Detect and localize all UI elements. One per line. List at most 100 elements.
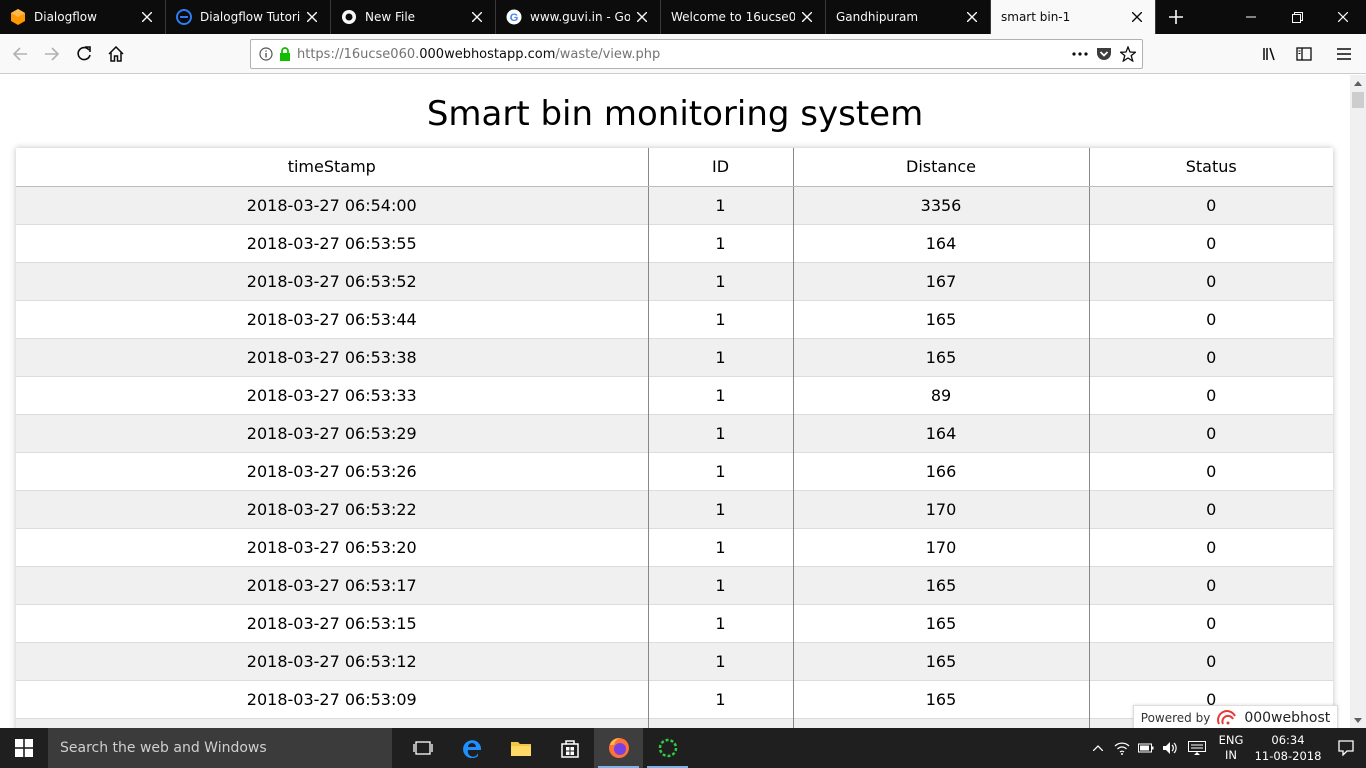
hamburger-menu-icon xyxy=(1337,48,1351,60)
scroll-down-arrow-icon[interactable] xyxy=(1350,712,1366,728)
edge-icon xyxy=(462,740,481,758)
back-button[interactable] xyxy=(4,38,36,70)
vertical-scrollbar[interactable] xyxy=(1350,75,1366,728)
cell-status: 0 xyxy=(1088,642,1333,680)
clock-time: 06:34 xyxy=(1271,733,1305,747)
forward-button[interactable] xyxy=(36,38,68,70)
cell-id: 1 xyxy=(647,376,793,414)
task-view-button[interactable] xyxy=(398,728,447,768)
file-explorer-button[interactable] xyxy=(496,728,545,768)
tab-title: Gandhipuram xyxy=(836,10,919,24)
close-icon[interactable] xyxy=(135,5,159,29)
scroll-up-arrow-icon[interactable] xyxy=(1350,75,1366,91)
table-row: 2018-03-27 06:53:15 1 165 0 xyxy=(16,604,1333,642)
close-icon[interactable] xyxy=(960,5,984,29)
action-center-button[interactable] xyxy=(1326,728,1366,768)
column-header-id: ID xyxy=(647,148,793,187)
edge-taskbar-button[interactable] xyxy=(447,728,496,768)
address-bar[interactable]: https://16ucse060.000webhostapp.com/wast… xyxy=(250,39,1143,69)
tab-guvi[interactable]: G www.guvi.in - Goog xyxy=(496,0,661,34)
page-title: Smart bin monitoring system xyxy=(426,94,924,134)
cell-status: 0 xyxy=(1088,224,1333,262)
tab-title: Welcome to 16ucse060. xyxy=(671,10,795,24)
tab-smart-bin[interactable]: smart bin-1 xyxy=(991,0,1156,34)
firefox-icon xyxy=(608,737,629,758)
store-button[interactable] xyxy=(545,728,594,768)
library-button[interactable] xyxy=(1254,38,1286,70)
tab-title: Dialogflow Tutorial xyxy=(200,10,300,24)
cell-distance: 165 xyxy=(792,300,1089,338)
cell-timestamp: 2018-03-27 06:53:09 xyxy=(246,689,417,709)
home-button[interactable] xyxy=(100,38,132,70)
dialogflow-icon xyxy=(10,9,26,25)
close-icon[interactable] xyxy=(795,5,819,29)
minimize-button[interactable] xyxy=(1228,0,1274,34)
info-icon[interactable] xyxy=(259,47,273,61)
restore-button[interactable] xyxy=(1274,0,1320,34)
tab-title: Dialogflow xyxy=(34,10,97,24)
page-actions-icon[interactable] xyxy=(1072,52,1088,56)
tab-new-file[interactable]: New File xyxy=(331,0,496,34)
start-button[interactable] xyxy=(0,728,48,768)
close-icon[interactable] xyxy=(1125,5,1149,29)
close-icon[interactable] xyxy=(300,5,324,29)
firefox-taskbar-button[interactable] xyxy=(594,728,643,768)
windows-taskbar: Search the web and Windows ENG IN 06:34 … xyxy=(0,728,1366,768)
plus-icon xyxy=(1169,10,1183,24)
tab-dialogflow-tutorial[interactable]: Dialogflow Tutorial xyxy=(166,0,331,34)
menu-button[interactable] xyxy=(1328,38,1360,70)
cell-timestamp: 2018-03-27 06:53:15 xyxy=(246,613,417,633)
new-tab-button[interactable] xyxy=(1156,0,1196,34)
wifi-icon[interactable] xyxy=(1110,728,1134,768)
cell-id: 1 xyxy=(647,642,793,680)
cell-id: 1 xyxy=(647,604,793,642)
url-text[interactable]: https://16ucse060.000webhostapp.com/wast… xyxy=(297,47,660,62)
sidebar-button[interactable] xyxy=(1288,38,1320,70)
lock-icon[interactable] xyxy=(279,47,291,61)
tab-gandhipuram[interactable]: Gandhipuram xyxy=(826,0,991,34)
table-row: 2018-03-27 06:53:22 1 170 0 xyxy=(16,490,1333,528)
back-arrow-icon xyxy=(12,46,27,61)
windows-logo-icon xyxy=(15,739,33,757)
close-window-button[interactable] xyxy=(1320,0,1366,34)
show-hidden-icons-icon[interactable] xyxy=(1086,728,1110,768)
close-icon[interactable] xyxy=(465,5,489,29)
pocket-icon[interactable] xyxy=(1096,46,1112,62)
clock-date: 11-08-2018 xyxy=(1254,749,1322,763)
volume-icon[interactable] xyxy=(1158,728,1182,768)
battery-icon[interactable] xyxy=(1134,728,1158,768)
table-header-row: timeStamp ID Distance Status xyxy=(16,148,1333,187)
cell-distance: 170 xyxy=(792,528,1089,566)
app-taskbar-button[interactable] xyxy=(643,728,692,768)
cell-id: 1 xyxy=(647,338,793,376)
folder-icon xyxy=(510,742,531,756)
clock[interactable]: 06:34 11-08-2018 xyxy=(1250,732,1326,764)
cell-distance: 170 xyxy=(792,490,1089,528)
home-icon xyxy=(108,45,124,62)
cell-distance: 165 xyxy=(792,338,1089,376)
input-language[interactable]: ENG IN xyxy=(1212,733,1250,763)
bookmark-star-icon[interactable] xyxy=(1120,46,1136,62)
taskbar-search-box[interactable]: Search the web and Windows xyxy=(48,728,392,768)
table-body: 2018-03-27 06:54:00 1 3356 0 2018-03-27 06:… xyxy=(16,186,1333,728)
cell-status: 0 xyxy=(1088,490,1333,528)
table-row: 2018-03-27 06:53:12 1 165 0 xyxy=(16,642,1333,680)
reload-button[interactable] xyxy=(68,38,100,70)
close-icon[interactable] xyxy=(630,5,654,29)
powered-by-label: Powered by xyxy=(1140,711,1211,725)
cell-id: 1 xyxy=(647,262,793,300)
tab-welcome[interactable]: Welcome to 16ucse060. xyxy=(661,0,826,34)
cell-timestamp: 2018-03-27 06:53:29 xyxy=(246,423,417,443)
keyboard-icon[interactable] xyxy=(1182,728,1212,768)
cell-status: 0 xyxy=(1088,262,1333,300)
cell-timestamp: 2018-03-27 06:53:44 xyxy=(246,309,417,329)
cell-timestamp: 2018-03-27 06:53:55 xyxy=(246,233,417,253)
cell-timestamp: 2018-03-27 06:53:22 xyxy=(246,499,417,519)
tab-dialogflow[interactable]: Dialogflow xyxy=(0,0,166,34)
scrollbar-thumb[interactable] xyxy=(1352,92,1364,108)
url-path: /waste/view.php xyxy=(555,46,661,62)
cell-status: 0 xyxy=(1088,338,1333,376)
cell-status: 0 xyxy=(1088,452,1333,490)
page-viewport: Smart bin monitoring system timeStamp ID… xyxy=(0,75,1350,728)
cell-status: 0 xyxy=(1088,414,1333,452)
